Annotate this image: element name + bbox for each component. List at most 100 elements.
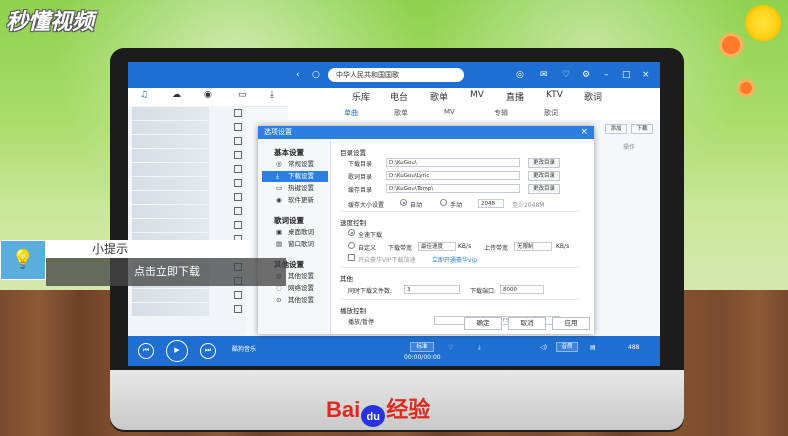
change-download-dir-button[interactable]: 更改目录 xyxy=(528,158,560,168)
sidebar-item-other-2[interactable]: ⊙ 其他设置 xyxy=(262,295,328,306)
search-icon[interactable]: ⌕ xyxy=(454,68,459,82)
app-topbar: ‹ ○ 中华人民共和国国歌 ⌕ ◎ ✉ ♡ ⚙ – □ × xyxy=(128,62,660,88)
prev-button[interactable]: ⏮ xyxy=(138,343,154,359)
ok-button[interactable]: 确定 xyxy=(464,317,502,330)
subtab-mv[interactable]: MV xyxy=(444,108,455,116)
mail-icon[interactable]: ✉ xyxy=(540,68,548,82)
list-item[interactable] xyxy=(132,219,242,232)
cancel-button[interactable]: 取消 xyxy=(508,317,546,330)
settings-icon[interactable]: ◎ xyxy=(516,68,524,82)
cache-size-hint: 至少2048M xyxy=(512,202,545,209)
cache-dir-input[interactable]: D:\KuGou\Temp\ xyxy=(386,184,520,193)
back-icon[interactable]: ‹ xyxy=(296,68,300,82)
sidebar-item-update[interactable]: ◉ 软件更新 xyxy=(262,195,328,206)
play-pause-label: 播放/暂停 xyxy=(348,319,375,326)
download-song-icon[interactable]: ⤓ xyxy=(478,344,481,352)
maximize-icon[interactable]: □ xyxy=(622,68,631,82)
tab-ktv[interactable]: KTV xyxy=(546,90,563,100)
device-icon[interactable]: ▭ xyxy=(238,90,247,100)
download-port-label: 下载端口: xyxy=(470,288,497,295)
concurrent-downloads-label: 同时下载文件数: xyxy=(348,288,393,295)
download-port-input[interactable]: 8000 xyxy=(500,285,544,294)
download-icon[interactable]: ⤓ xyxy=(270,90,274,100)
list-item[interactable] xyxy=(132,177,242,190)
list-item[interactable] xyxy=(132,149,242,162)
sidebar-item-desktop-lyrics[interactable]: ▣ 桌面歌词 xyxy=(262,227,328,238)
options-dialog: 选项设置 × 基本设置 ◎ 常规设置 ⤓ 下载设置 ▭ 热键设置 ◉ 软件更新 歌词设置… xyxy=(258,126,594,334)
list-item[interactable] xyxy=(132,121,242,134)
desktop-lyrics-icon: ▣ xyxy=(276,228,283,236)
upload-bandwidth-label: 上传带宽 xyxy=(484,245,509,252)
list-item[interactable] xyxy=(132,289,242,302)
dialog-close-button[interactable]: × xyxy=(580,126,588,139)
concurrent-downloads-input[interactable]: 3 xyxy=(404,285,460,294)
dialog-title: 选项设置 xyxy=(258,126,594,139)
list-item[interactable] xyxy=(132,205,242,218)
tab-lyrics[interactable]: 歌词 xyxy=(584,90,602,103)
tab-live[interactable]: 直播 xyxy=(506,90,524,103)
next-button[interactable]: ⏭ xyxy=(200,343,216,359)
cache-size-input[interactable]: 2048 xyxy=(478,199,504,208)
list-item[interactable] xyxy=(132,135,242,148)
like-icon[interactable]: ♡ xyxy=(448,344,453,351)
cache-auto-radio[interactable] xyxy=(400,199,407,206)
music-icon[interactable]: ♫ xyxy=(140,90,148,100)
lyrics-dir-input[interactable]: D:\KuGou\Lyric xyxy=(386,171,520,180)
download-unit-label: KB/s xyxy=(458,243,472,250)
window-lyrics-icon: ▤ xyxy=(276,240,283,248)
sub-nav: 单曲 歌单 MV 专辑 歌词 xyxy=(288,106,660,120)
tab-library[interactable]: 乐库 xyxy=(352,90,370,103)
lyric-icon[interactable]: ▤ xyxy=(590,344,596,351)
upload-bandwidth-select[interactable]: 无限制 xyxy=(514,242,552,251)
sidebar-group-basic: 基本设置 xyxy=(274,148,304,157)
gear-icon[interactable]: ⚙ xyxy=(582,68,590,82)
sidebar-item-hotkey[interactable]: ▭ 热键设置 xyxy=(262,183,328,194)
download-dir-input[interactable]: D:\KuGou\ xyxy=(386,158,520,167)
list-item[interactable] xyxy=(132,303,242,316)
divider xyxy=(340,211,580,212)
custom-speed-label: 自定义 xyxy=(358,245,377,252)
custom-speed-radio[interactable] xyxy=(348,242,355,249)
subtab-lyrics[interactable]: 歌词 xyxy=(544,108,558,118)
playlist-count[interactable]: 488 xyxy=(628,344,639,351)
keyboard-icon: ▭ xyxy=(276,184,283,192)
baidu-jingyan-logo: Bai du 经验 xyxy=(326,392,486,427)
search-input[interactable]: 中华人民共和国国歌 xyxy=(328,68,464,82)
list-item[interactable] xyxy=(132,191,242,204)
list-item[interactable] xyxy=(132,163,242,176)
tab-playlist[interactable]: 歌单 xyxy=(430,90,448,103)
quality-badge[interactable]: 标准 xyxy=(410,342,434,352)
minimize-icon[interactable]: – xyxy=(604,68,609,82)
apply-button[interactable]: 应用 xyxy=(552,317,590,330)
change-lyrics-dir-button[interactable]: 更改目录 xyxy=(528,171,560,181)
download-bandwidth-select[interactable]: 最佳速度 xyxy=(418,242,456,251)
cache-manual-radio[interactable] xyxy=(440,199,447,206)
cloud-icon[interactable]: ☁ xyxy=(172,90,181,100)
subtab-single[interactable]: 单曲 xyxy=(344,108,358,118)
skin-icon[interactable]: ♡ xyxy=(562,68,570,82)
list-item[interactable] xyxy=(132,107,242,120)
sidebar-item-window-lyrics[interactable]: ▤ 窗口歌词 xyxy=(262,239,328,250)
change-cache-dir-button[interactable]: 更改目录 xyxy=(528,184,560,194)
current-song: 酷狗音乐 xyxy=(232,346,257,353)
volume-icon[interactable]: ◁) xyxy=(540,344,547,351)
tab-radio[interactable]: 电台 xyxy=(390,90,408,103)
download-button[interactable]: 下载 xyxy=(631,124,653,134)
refresh-icon[interactable]: ○ xyxy=(312,68,320,82)
add-button[interactable]: 添加 xyxy=(605,124,627,134)
sun-decoration xyxy=(742,2,784,44)
tip-text: 点击立即下载 xyxy=(46,258,286,286)
play-button[interactable]: ▶ xyxy=(166,340,188,362)
sound-mode-button[interactable]: 音质 xyxy=(556,342,578,352)
sidebar-item-download[interactable]: ⤓ 下载设置 xyxy=(262,171,328,182)
close-icon[interactable]: × xyxy=(642,68,650,82)
sidebar-item-general[interactable]: ◎ 常规设置 xyxy=(262,159,328,170)
tab-mv[interactable]: MV xyxy=(470,90,484,100)
vip-accelerate-checkbox[interactable] xyxy=(348,254,355,261)
general-icon: ◎ xyxy=(276,160,282,168)
subtab-album[interactable]: 专辑 xyxy=(494,108,508,118)
subtab-playlist[interactable]: 歌单 xyxy=(394,108,408,118)
vip-open-link[interactable]: 立即开通豪华vip xyxy=(432,255,477,264)
full-speed-radio[interactable] xyxy=(348,229,355,236)
radio-icon[interactable]: ◉ xyxy=(204,90,212,100)
